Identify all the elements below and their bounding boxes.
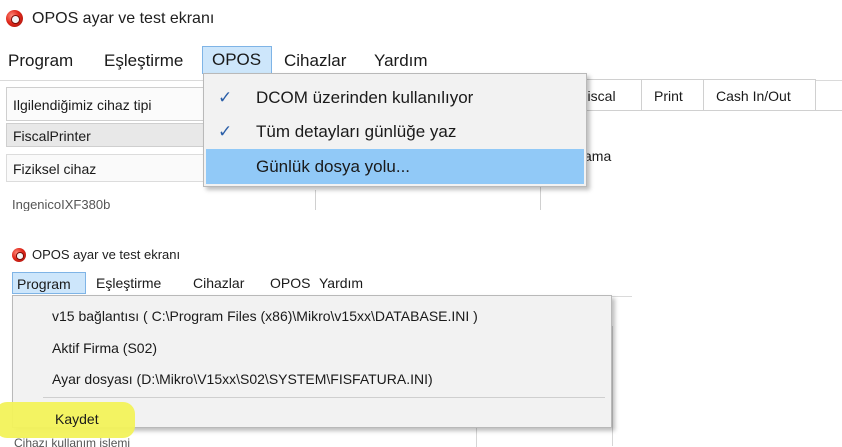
check-icon: ✓ (218, 88, 233, 107)
menu-item-log-file-path[interactable]: Günlük dosya yolu... (206, 149, 584, 184)
menu-program[interactable]: Program (8, 50, 73, 72)
app-icon (6, 10, 23, 27)
menu-item-label: DCOM üzerinden kullanılıyor (256, 88, 474, 107)
app-icon (12, 248, 26, 262)
menu-item-settings-file[interactable]: Ayar dosyası (D:\Mikro\V15xx\S02\SYSTEM\… (52, 369, 433, 389)
menu-opos[interactable]: OPOS (270, 272, 310, 294)
menu-yardim[interactable]: Yardım (374, 50, 428, 72)
description-fragment: ama (584, 148, 612, 164)
menu-cihazlar[interactable]: Cihazlar (284, 50, 346, 72)
tab-cash-in-out[interactable]: Cash In/Out (704, 79, 816, 111)
menu-eslestirme[interactable]: Eşleştirme (96, 272, 161, 294)
opos-dropdown-menu: ✓ DCOM üzerinden kullanılıyor ✓ Tüm deta… (203, 73, 587, 187)
menu-separator (43, 397, 605, 398)
divider (566, 110, 842, 111)
menu-item-label: Günlük dosya yolu... (256, 157, 411, 176)
check-icon: ✓ (218, 122, 233, 141)
menu-item-label: Tüm detayları günlüğe yaz (256, 122, 457, 141)
menu-eslestirme[interactable]: Eşleştirme (104, 50, 183, 72)
menu-opos[interactable]: OPOS (202, 46, 272, 74)
divider (612, 326, 613, 446)
tab-print[interactable]: Print (642, 79, 704, 111)
menu-item-log-details[interactable]: ✓ Tüm detayları günlüğe yaz (206, 114, 584, 149)
tab-strip: Fiscal Print Cash In/Out (566, 79, 816, 111)
menu-cihazlar[interactable]: Cihazlar (193, 272, 244, 294)
menu-item-dcom[interactable]: ✓ DCOM üzerinden kullanılıyor (206, 80, 584, 115)
menu-item-save[interactable]: Kaydet (55, 409, 99, 429)
menu-yardim[interactable]: Yardım (319, 272, 363, 294)
program-dropdown-menu: v15 bağlantısı ( C:\Program Files (x86)\… (0, 295, 612, 438)
physical-device-select[interactable]: IngenicoIXF380b (6, 191, 314, 211)
window-title: OPOS ayar ve test ekranı (32, 10, 215, 27)
divider (315, 190, 316, 210)
menu-item-v15-connection[interactable]: v15 bağlantısı ( C:\Program Files (x86)\… (52, 306, 478, 326)
menu-program[interactable]: Program (12, 272, 86, 294)
menu-item-active-company[interactable]: Aktif Firma (S02) (52, 338, 157, 358)
window-title: OPOS ayar ve test ekranı (32, 247, 181, 262)
